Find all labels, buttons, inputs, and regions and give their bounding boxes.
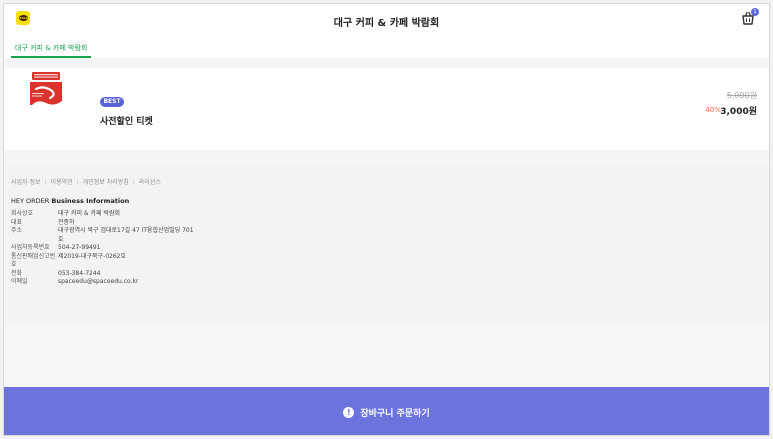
- info-key: 사업자등록번호: [11, 244, 50, 251]
- page-title: 대구 커피 & 카페 박람회: [333, 18, 440, 29]
- category-tabs: 대구 커피 & 카페 박람회: [4, 38, 769, 58]
- info-value: 대구 커피 & 카페 박람회: [58, 210, 120, 217]
- brand-name: HEY ORDER: [11, 197, 50, 205]
- footer-link-terms[interactable]: 이용약관: [51, 179, 73, 186]
- product-thumbnail[interactable]: [26, 71, 66, 111]
- separator: |: [76, 179, 79, 186]
- business-info-table: 회사상호 대구 커피 & 카페 박람회 대표 전종하 주소 대구광역시 북구 검대로1…: [11, 210, 198, 287]
- divider-band: [4, 150, 769, 164]
- footer-spacer: [4, 324, 769, 388]
- info-row: 이메일 spaceedu@spaceedu.co.kr: [11, 278, 198, 287]
- sale-price: 3,000원: [720, 107, 757, 117]
- divider-band: [4, 58, 769, 68]
- business-info-title: HEY ORDER Business Information: [11, 197, 129, 205]
- info-row: 통신판매업신고번호 제2019-대구북구-0262호: [11, 253, 198, 270]
- info-value: 대구광역시 북구 검대로17길 47 IT융합산업빌딩 701호: [58, 227, 194, 243]
- business-info-heading: Business Information: [51, 197, 130, 205]
- info-row: 대표 전종하: [11, 219, 198, 228]
- separator: |: [132, 179, 135, 186]
- info-value: 제2019-대구북구-0262호: [58, 252, 126, 260]
- product-name: 사전할인 티켓: [100, 117, 153, 127]
- info-key: 전화: [11, 269, 23, 277]
- info-value: 504-27-99491: [58, 244, 101, 251]
- separator: |: [44, 179, 47, 186]
- info-row: 사업자등록번호 504-27-99491: [11, 244, 198, 253]
- order-button-label: 장바구니 주문하기: [360, 408, 430, 419]
- tab-coffee-fair[interactable]: 대구 커피 & 카페 박람회: [11, 42, 92, 58]
- best-badge: BEST: [100, 97, 124, 107]
- info-value: 전종하: [58, 218, 75, 226]
- footer-link-business-info[interactable]: 사업자 정보: [11, 179, 41, 186]
- footer-link-license[interactable]: 라이선스: [139, 179, 161, 186]
- info-key: 대표: [11, 218, 23, 226]
- info-row: 주소 대구광역시 북구 검대로17길 47 IT융합산업빌딩 701호: [11, 227, 198, 244]
- footer: 사업자 정보 | 이용약관 | 개인정보 처리방침 | 라이선스 HEY ORDER Bus…: [4, 164, 769, 324]
- info-row: 회사상호 대구 커피 & 카페 박람회: [11, 210, 198, 219]
- app-frame: TALK 대구 커피 & 카페 박람회 1 대구 커피 & 카페 박람회 BES…: [3, 3, 770, 436]
- discount-rate: 40%: [705, 106, 721, 114]
- original-price: 5,000원: [726, 91, 757, 100]
- info-key: 주소: [11, 227, 23, 234]
- footer-link-privacy[interactable]: 개인정보 처리방침: [83, 179, 129, 186]
- header: TALK 대구 커피 & 카페 박람회 1: [4, 4, 769, 38]
- info-circle-icon: !: [343, 406, 355, 418]
- cart-count-badge: 1: [751, 8, 759, 16]
- info-key: 이메일: [11, 278, 28, 285]
- info-row: 전화 053-384-7244: [11, 270, 198, 279]
- product-item[interactable]: BEST 사전할인 티켓 5,000원 40% 3,000원: [4, 68, 769, 150]
- info-value: 053-384-7244: [58, 269, 101, 277]
- footer-links: 사업자 정보 | 이용약관 | 개인정보 처리방침 | 라이선스: [11, 177, 161, 186]
- info-value: spaceedu@spaceedu.co.kr: [58, 278, 139, 285]
- info-key: 통신판매업신고번호: [11, 252, 56, 269]
- info-key: 회사상호: [11, 210, 34, 217]
- order-cart-button[interactable]: ! 장바구니 주문하기: [4, 387, 769, 435]
